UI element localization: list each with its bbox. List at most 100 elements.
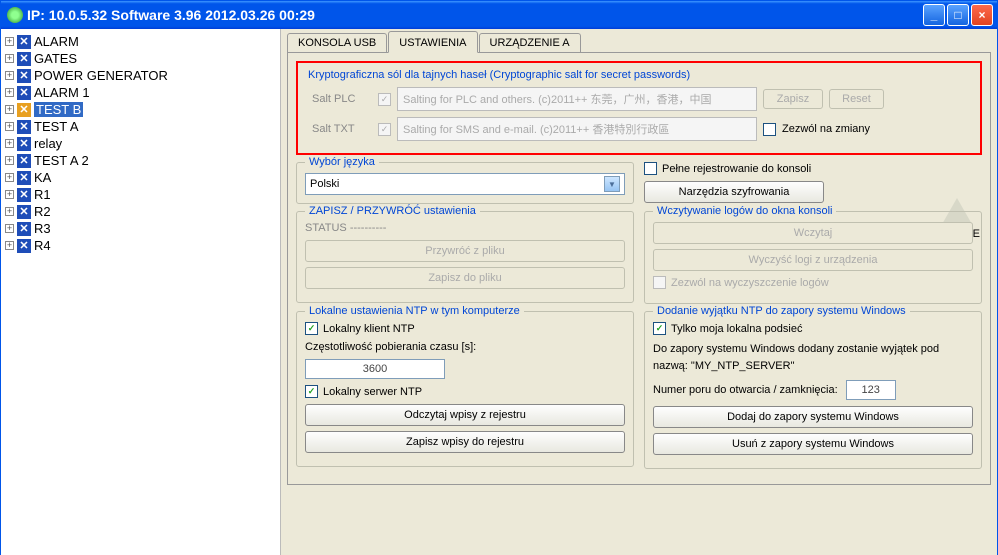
subnet-label: Tylko moja lokalna podsieć — [671, 323, 802, 335]
tree-item[interactable]: +✕ALARM 1 — [1, 84, 280, 101]
ntp-server-label: Lokalny serwer NTP — [323, 386, 422, 398]
salt-txt-input: Salting for SMS and e-mail. (c)2011++ 香港… — [397, 117, 757, 141]
tree-item[interactable]: +✕R1 — [1, 186, 280, 203]
add-firewall-button[interactable]: Dodaj do zapory systemu Windows — [653, 406, 973, 428]
tab-konsola[interactable]: KONSOLA USB — [287, 33, 387, 52]
salt-reset-button: Reset — [829, 89, 884, 109]
tree-item[interactable]: +✕TEST B — [1, 101, 280, 118]
read-registry-button[interactable]: Odczytaj wpisy z rejestru — [305, 404, 625, 426]
tree-item[interactable]: +✕GATES — [1, 50, 280, 67]
write-registry-button[interactable]: Zapisz wpisy do rejestru — [305, 431, 625, 453]
expand-icon[interactable]: + — [5, 88, 14, 97]
tree-item[interactable]: +✕KA — [1, 169, 280, 186]
save-restore-title: ZAPISZ / PRZYWRÓĆ ustawienia — [305, 205, 480, 217]
tree-label: R3 — [34, 221, 51, 236]
tree-node-icon: ✕ — [17, 52, 31, 66]
language-groupbox: Wybór języka Polski ▼ — [296, 162, 634, 204]
log-load-title: Wczytywanie logów do okna konsoli — [653, 205, 836, 217]
subnet-checkbox[interactable]: ✓ — [653, 322, 666, 335]
allow-changes-checkbox[interactable] — [763, 123, 776, 136]
tree-node-icon: ✕ — [17, 171, 31, 185]
tree-label: relay — [34, 136, 62, 151]
salt-save-button: Zapisz — [763, 89, 823, 109]
tree-label: TEST A 2 — [34, 153, 89, 168]
tree-item[interactable]: +✕relay — [1, 135, 280, 152]
tree-node-icon: ✕ — [17, 137, 31, 151]
tab-content: Kryptograficzna sól dla tajnych haseł (C… — [287, 52, 991, 485]
full-log-checkbox[interactable] — [644, 162, 657, 175]
maximize-button[interactable]: □ — [947, 4, 969, 26]
tab-urzadzenie[interactable]: URZĄDZENIE A — [479, 33, 581, 52]
tree-label: ALARM — [34, 34, 79, 49]
tree-item[interactable]: +✕TEST A — [1, 118, 280, 135]
save-restore-groupbox: ZAPISZ / PRZYWRÓĆ ustawienia STATUS ----… — [296, 211, 634, 303]
tabs: KONSOLA USB USTAWIENIA URZĄDZENIE A — [287, 31, 991, 52]
tree-label: TEST A — [34, 119, 79, 134]
tree-item[interactable]: +✕TEST A 2 — [1, 152, 280, 169]
tree-item[interactable]: +✕ALARM — [1, 33, 280, 50]
salt-plc-checkbox: ✓ — [378, 93, 391, 106]
tree-label: TEST B — [34, 102, 83, 117]
titlebar: IP: 10.0.5.32 Software 3.96 2012.03.26 0… — [1, 1, 997, 29]
main-panel: KONSOLA USB USTAWIENIA URZĄDZENIE A Kryp… — [281, 29, 997, 555]
salt-txt-checkbox: ✓ — [378, 123, 391, 136]
salt-title: Kryptograficzna sól dla tajnych haseł (C… — [308, 69, 974, 81]
ntp-freq-label: Częstotliwość pobierania czasu [s]: — [305, 341, 625, 353]
tree-node-icon: ✕ — [17, 86, 31, 100]
remove-firewall-button[interactable]: Usuń z zapory systemu Windows — [653, 433, 973, 455]
port-label: Numer poru do otwarcia / zamknięcia: — [653, 384, 838, 396]
expand-icon[interactable]: + — [5, 37, 14, 46]
language-select[interactable]: Polski ▼ — [305, 173, 625, 195]
tree-node-icon: ✕ — [17, 35, 31, 49]
restore-file-button: Przywróć z pliku — [305, 240, 625, 262]
tab-ustawienia[interactable]: USTAWIENIA — [388, 31, 477, 53]
app-icon — [7, 7, 23, 23]
encrypt-tools-button[interactable]: Narzędzia szyfrowania — [644, 181, 824, 203]
expand-icon[interactable]: + — [5, 54, 14, 63]
tree-node-icon: ✕ — [17, 103, 31, 117]
allow-clear-label: Zezwól na wyczyszczenie logów — [671, 277, 829, 289]
salt-groupbox: Kryptograficzna sól dla tajnych haseł (C… — [296, 61, 982, 155]
log-load-groupbox: Wczytywanie logów do okna konsoli Wczyta… — [644, 211, 982, 304]
expand-icon[interactable]: + — [5, 241, 14, 250]
tree-label: POWER GENERATOR — [34, 68, 168, 83]
expand-icon[interactable]: + — [5, 224, 14, 233]
tree-label: GATES — [34, 51, 77, 66]
status-label: STATUS ---------- — [305, 222, 625, 234]
expand-icon[interactable]: + — [5, 139, 14, 148]
expand-icon[interactable]: + — [5, 173, 14, 182]
tree-label: R4 — [34, 238, 51, 253]
tree-node-icon: ✕ — [17, 188, 31, 202]
minimize-button[interactable]: _ — [923, 4, 945, 26]
expand-icon[interactable]: + — [5, 207, 14, 216]
load-logs-button: Wczytaj — [653, 222, 973, 244]
tree-node-icon: ✕ — [17, 222, 31, 236]
allow-changes-label: Zezwól na zmiany — [782, 123, 870, 135]
close-button[interactable]: × — [971, 4, 993, 26]
tree-panel[interactable]: +✕ALARM+✕GATES+✕POWER GENERATOR+✕ALARM 1… — [1, 29, 281, 555]
tree-item[interactable]: +✕R3 — [1, 220, 280, 237]
ntp-client-checkbox[interactable]: ✓ — [305, 322, 318, 335]
tree-node-icon: ✕ — [17, 239, 31, 253]
ntp-firewall-groupbox: Dodanie wyjątku NTP do zapory systemu Wi… — [644, 311, 982, 469]
ntp-server-checkbox[interactable]: ✓ — [305, 385, 318, 398]
tree-item[interactable]: +✕POWER GENERATOR — [1, 67, 280, 84]
port-input[interactable]: 123 — [846, 380, 896, 400]
tree-item[interactable]: +✕R2 — [1, 203, 280, 220]
expand-icon[interactable]: + — [5, 71, 14, 80]
expand-icon[interactable]: + — [5, 105, 14, 114]
expand-icon[interactable]: + — [5, 156, 14, 165]
save-file-button: Zapisz do pliku — [305, 267, 625, 289]
expand-icon[interactable]: + — [5, 190, 14, 199]
tree-item[interactable]: +✕R4 — [1, 237, 280, 254]
tree-node-icon: ✕ — [17, 120, 31, 134]
allow-clear-checkbox — [653, 276, 666, 289]
language-value: Polski — [310, 178, 339, 190]
ntp-freq-input[interactable]: 3600 — [305, 359, 445, 379]
tree-label: R1 — [34, 187, 51, 202]
language-title: Wybór języka — [305, 156, 379, 168]
tree-node-icon: ✕ — [17, 205, 31, 219]
ntp-client-label: Lokalny klient NTP — [323, 323, 415, 335]
expand-icon[interactable]: + — [5, 122, 14, 131]
salt-txt-label: Salt TXT — [312, 123, 372, 135]
